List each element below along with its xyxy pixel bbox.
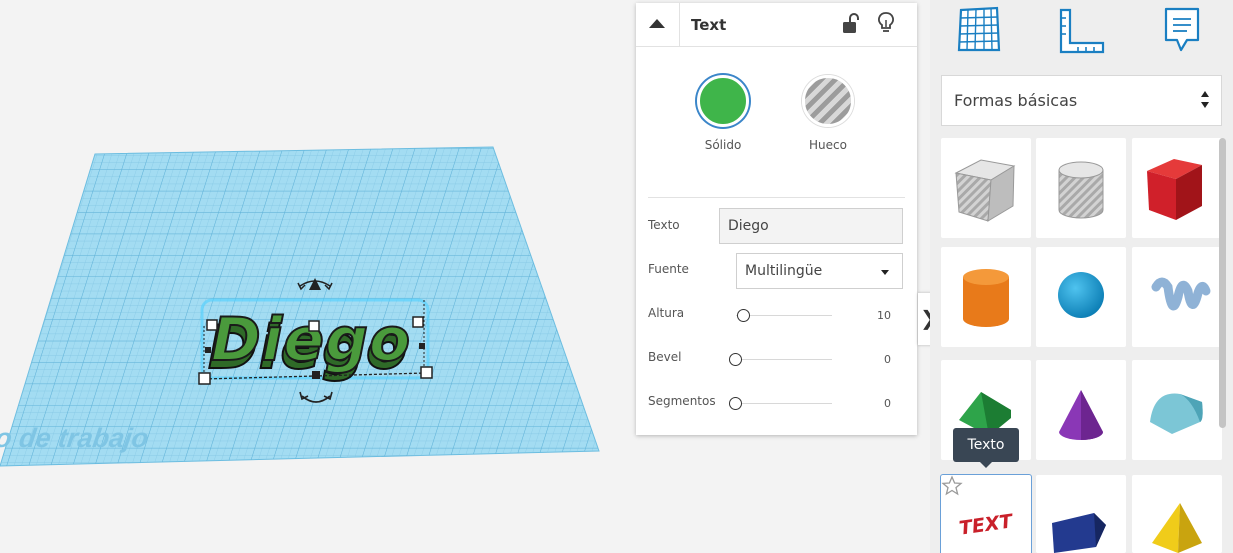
shape-inspector-panel: Text Sólido Hueco Texto Diego Fuente Mul… [636, 3, 917, 435]
segments-slider-knob[interactable] [729, 397, 742, 410]
favorite-star-icon[interactable] [941, 475, 963, 497]
font-select[interactable]: Multilingüe [736, 253, 903, 289]
inspector-title: Text [691, 16, 727, 34]
text-object[interactable]: Diego Diego [200, 298, 430, 384]
height-handle-left[interactable] [205, 347, 211, 353]
hole-swatch[interactable] [802, 75, 854, 127]
sphere-icon [1058, 272, 1104, 318]
hole-box-icon [954, 159, 1016, 222]
round-roof-icon [1150, 393, 1203, 434]
shape-tile-hole-cylinder[interactable] [1036, 138, 1126, 238]
height-slider-track[interactable] [736, 315, 832, 316]
solid-color-swatch[interactable] [697, 75, 749, 127]
shape-tile-cone[interactable] [1036, 360, 1126, 460]
shape-tile-cylinder[interactable] [941, 247, 1031, 347]
caret-down-icon [881, 270, 889, 275]
bevel-prop-label: Bevel [648, 350, 682, 364]
solid-label: Sólido [704, 138, 742, 152]
hole-label: Hueco [809, 138, 847, 152]
collapse-inspector-button[interactable] [636, 3, 680, 47]
font-select-value: Multilingüe [745, 263, 823, 279]
resize-handle-bottom-middle[interactable] [312, 371, 320, 379]
resize-handle-top-right[interactable] [412, 316, 424, 328]
shape-tile-pyramid[interactable] [1132, 475, 1222, 553]
shapes-scrollbar[interactable] [1219, 138, 1226, 428]
shape-tile-sphere[interactable] [1036, 247, 1126, 347]
pyramid-icon [1152, 503, 1202, 553]
grid-workplane-icon[interactable] [957, 6, 1001, 52]
cone-icon [1059, 390, 1103, 440]
height-prop-label: Altura [648, 306, 685, 320]
shape-category-select[interactable]: Formas básicas [941, 75, 1222, 126]
workplane-area[interactable]: Plano de trabajo Diego Diego [0, 0, 636, 553]
resize-handle-bottom-left[interactable] [198, 372, 211, 385]
scribble-icon [1151, 277, 1211, 311]
ruler-icon[interactable] [1058, 8, 1106, 54]
hole-cylinder-icon [1058, 161, 1104, 219]
svg-text:TEXT: TEXT [958, 510, 1016, 540]
text-object-face: Diego [211, 305, 411, 375]
lightbulb-icon[interactable] [876, 11, 896, 35]
notes-icon[interactable] [1163, 6, 1201, 54]
bevel-slider-knob[interactable] [729, 353, 742, 366]
hole-mode-button[interactable]: Hueco [793, 75, 863, 152]
workplane-label: Plano de trabajo [0, 422, 151, 453]
inspector-divider [648, 197, 905, 198]
height-value: 10 [877, 309, 891, 322]
resize-handle-top-left[interactable] [206, 319, 218, 331]
box-icon [1147, 159, 1202, 220]
solid-mode-button[interactable]: Sólido [688, 75, 758, 152]
triangle-up-icon [649, 19, 665, 28]
bevel-slider-track[interactable] [736, 359, 832, 360]
shape-tooltip: Texto [953, 428, 1019, 468]
font-prop-label: Fuente [648, 262, 689, 276]
bevel-value: 0 [884, 353, 891, 366]
text-prop-label: Texto [648, 218, 680, 232]
resize-handle-bottom-right[interactable] [420, 366, 433, 379]
shape-category-value: Formas básicas [954, 91, 1078, 110]
unlock-icon[interactable] [841, 13, 861, 35]
height-slider-knob[interactable] [737, 309, 750, 322]
shape-tile-text[interactable]: TEXT [941, 475, 1031, 553]
inspector-header: Text [636, 3, 917, 47]
text-input[interactable]: Diego [719, 208, 903, 244]
shape-tile-hole-box[interactable] [941, 138, 1031, 238]
shape-tile-polygon[interactable] [1036, 475, 1126, 553]
segments-prop-label: Segmentos [648, 394, 716, 408]
segments-slider-track[interactable] [736, 403, 832, 404]
height-handle-right[interactable] [419, 343, 425, 349]
cylinder-icon [963, 269, 1009, 327]
shape-tile-box[interactable] [1132, 138, 1222, 238]
select-arrows-icon [1201, 91, 1211, 111]
shape-tile-scribble[interactable] [1132, 247, 1222, 347]
resize-handle-top-middle[interactable] [308, 320, 320, 332]
segments-value: 0 [884, 397, 891, 410]
polygon-icon [1052, 513, 1106, 553]
shape-tile-round-roof[interactable] [1132, 360, 1222, 460]
